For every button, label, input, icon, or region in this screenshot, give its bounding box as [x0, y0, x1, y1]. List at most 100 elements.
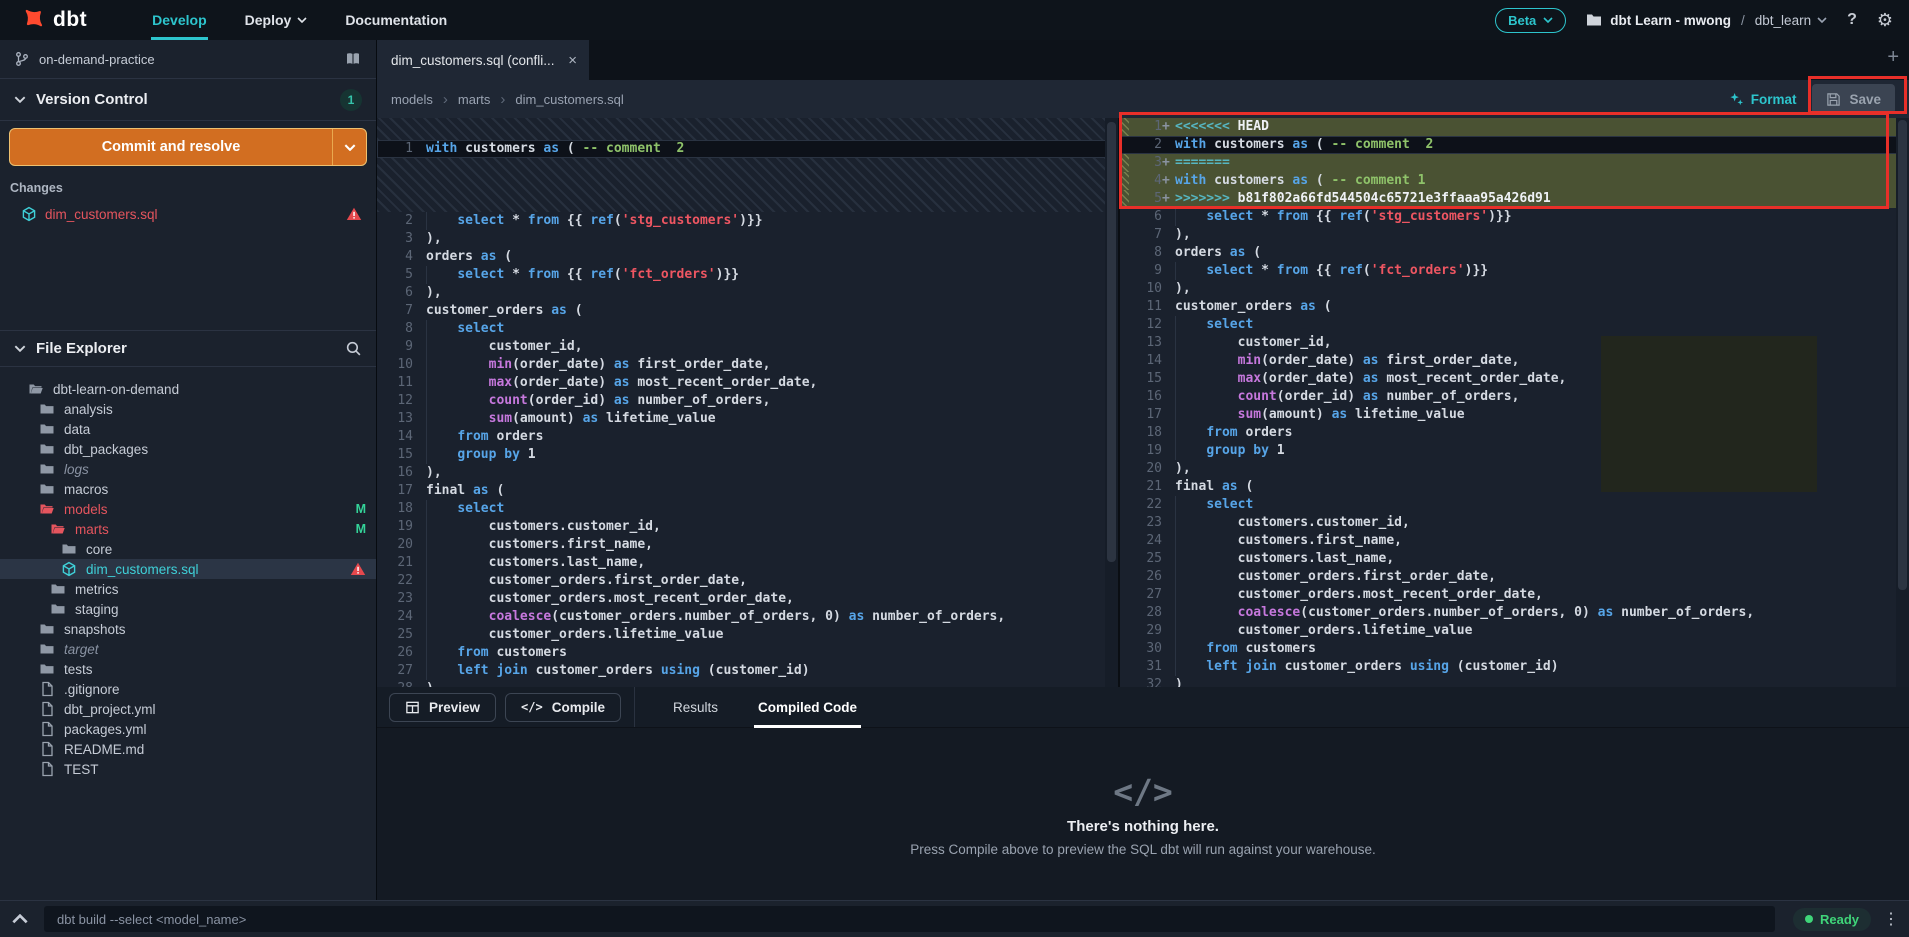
tree-item-dim-customers-sql[interactable]: dim_customers.sql — [0, 559, 376, 579]
kebab-menu-icon[interactable]: ⋮ — [1883, 909, 1899, 929]
tab-dim-customers[interactable]: dim_customers.sql (confli... × — [377, 40, 589, 80]
code-line-8: 8orders as ( — [1120, 244, 1909, 262]
code-line-11: 11 max(order_date) as most_recent_order_… — [377, 374, 1118, 392]
code-line-7: 7), — [1120, 226, 1909, 244]
tree-item--gitignore[interactable]: .gitignore — [0, 679, 376, 699]
search-icon[interactable] — [345, 340, 362, 357]
tree-item-readme-md[interactable]: README.md — [0, 739, 376, 759]
settings-gear-icon[interactable]: ⚙ — [1877, 11, 1893, 29]
nav-item-documentation[interactable]: Documentation — [326, 0, 466, 40]
breadcrumb-dim_customers.sql[interactable]: dim_customers.sql — [515, 92, 623, 107]
breadcrumb-separator: › — [500, 91, 505, 108]
tree-item-tests[interactable]: tests — [0, 659, 376, 679]
tree-item-core[interactable]: core — [0, 539, 376, 559]
brand-name: dbt — [53, 8, 87, 32]
right-pane-scrollbar[interactable] — [1896, 118, 1909, 687]
version-control-header[interactable]: Version Control 1 — [0, 79, 376, 121]
expand-panel-chevron-up-icon[interactable] — [12, 914, 28, 924]
code-line-10: 10), — [1120, 280, 1909, 298]
changed-file-row[interactable]: dim_customers.sql — [0, 202, 376, 226]
code-line-30: 30 from customers — [1120, 640, 1909, 658]
tree-item-macros[interactable]: macros — [0, 479, 376, 499]
code-line-15: 15 group by 1 — [377, 446, 1118, 464]
chevron-down-icon — [14, 96, 26, 103]
tree-item-metrics[interactable]: metrics — [0, 579, 376, 599]
folder-icon — [39, 401, 55, 417]
folder-icon — [39, 621, 55, 637]
compile-button[interactable]: </> Compile — [505, 693, 621, 722]
tree-item-snapshots[interactable]: snapshots — [0, 619, 376, 639]
tree-item-staging[interactable]: staging — [0, 599, 376, 619]
beta-badge[interactable]: Beta — [1495, 8, 1566, 33]
breadcrumb-models[interactable]: models — [391, 92, 433, 107]
commit-and-resolve-button[interactable]: Commit and resolve — [9, 128, 367, 166]
format-button[interactable]: Format — [1729, 92, 1797, 107]
dbt-logo[interactable]: dbt — [18, 7, 87, 34]
editor-pane-left[interactable]: 1with customers as ( -- comment 22 selec… — [377, 118, 1118, 687]
code-line-3: 3), — [377, 230, 1118, 248]
docs-book-icon[interactable] — [344, 51, 362, 67]
chevron-down-icon — [344, 144, 356, 151]
folder-icon — [39, 661, 55, 677]
account-switcher[interactable]: dbt Learn - mwong / dbt_learn — [1586, 13, 1827, 28]
tab-close-icon[interactable]: × — [568, 52, 577, 69]
dbt-ide-app: dbt DevelopDeployDocumentation Beta dbt … — [0, 0, 1909, 937]
save-button[interactable]: Save — [1812, 84, 1895, 114]
code-line-28: 28) — [377, 680, 1118, 687]
toolbar-divider — [634, 687, 635, 727]
code-line-11: 11customer_orders as ( — [1120, 298, 1909, 316]
branch-name: on-demand-practice — [39, 52, 155, 67]
tree-item-dbt-packages[interactable]: dbt_packages — [0, 439, 376, 459]
code-line-31: 31 left join customer_orders using (cust… — [1120, 658, 1909, 676]
breadcrumb: models›marts›dim_customers.sql — [391, 91, 624, 108]
folder-icon — [61, 541, 77, 557]
help-icon[interactable]: ? — [1847, 12, 1857, 28]
nav-item-develop[interactable]: Develop — [133, 0, 225, 40]
project-name[interactable]: dbt_learn — [1755, 13, 1827, 28]
tab-label: dim_customers.sql (confli... — [391, 53, 555, 68]
preview-button[interactable]: Preview — [389, 693, 496, 722]
status-badge: Ready — [1793, 908, 1871, 931]
tab-results[interactable]: Results — [669, 687, 722, 728]
code-line-19: 19 customers.customer_id, — [377, 518, 1118, 536]
tree-item-marts[interactable]: martsM — [0, 519, 376, 539]
version-control-title: Version Control — [36, 91, 330, 108]
code-line-12: 12 select — [1120, 316, 1909, 334]
nav-item-deploy[interactable]: Deploy — [226, 0, 327, 40]
dbt-command-input[interactable] — [44, 906, 1775, 932]
tree-item-analysis[interactable]: analysis — [0, 399, 376, 419]
main-menu: DevelopDeployDocumentation — [133, 0, 466, 40]
tree-item-models[interactable]: modelsM — [0, 499, 376, 519]
commit-options-caret[interactable] — [332, 129, 366, 165]
new-tab-plus-icon[interactable]: + — [1887, 46, 1899, 69]
conflict-warning-icon — [346, 206, 362, 222]
code-line-26: 26 customer_orders.first_order_date, — [1120, 568, 1909, 586]
folder-open-icon — [28, 381, 44, 397]
breadcrumb-marts[interactable]: marts — [458, 92, 491, 107]
path-separator: / — [1741, 13, 1745, 28]
chevron-down-icon — [1817, 17, 1827, 23]
tree-item-dbt-learn-on-demand[interactable]: dbt-learn-on-demand — [0, 379, 376, 399]
tree-item-dbt-project-yml[interactable]: dbt_project.yml — [0, 699, 376, 719]
code-line-29: 29 customer_orders.lifetime_value — [1120, 622, 1909, 640]
tree-item-target[interactable]: target — [0, 639, 376, 659]
file-explorer: File Explorer dbt-learn-on-demand analys… — [0, 330, 376, 900]
commit-button-label[interactable]: Commit and resolve — [10, 129, 332, 165]
tree-item-logs[interactable]: logs — [0, 459, 376, 479]
model-cube-icon — [21, 206, 37, 222]
sidebar: on-demand-practice Version Control 1 Com… — [0, 40, 377, 900]
left-pane-scrollbar[interactable] — [1105, 118, 1118, 687]
tree-item-data[interactable]: data — [0, 419, 376, 439]
code-line-4: 4+with customers as ( -- comment 1 — [1120, 172, 1909, 190]
folder-icon — [50, 581, 66, 597]
tab-compiled-code[interactable]: Compiled Code — [754, 687, 861, 728]
file-explorer-header[interactable]: File Explorer — [0, 331, 376, 367]
top-nav: dbt DevelopDeployDocumentation Beta dbt … — [0, 0, 1909, 40]
tree-item-packages-yml[interactable]: packages.yml — [0, 719, 376, 739]
tree-item-test[interactable]: TEST — [0, 759, 376, 779]
modified-badge: M — [356, 522, 366, 536]
code-line-27: 27 customer_orders.most_recent_order_dat… — [1120, 586, 1909, 604]
folder-open-icon — [50, 521, 66, 537]
git-branch-selector[interactable]: on-demand-practice — [0, 40, 376, 79]
file-icon — [39, 761, 55, 777]
